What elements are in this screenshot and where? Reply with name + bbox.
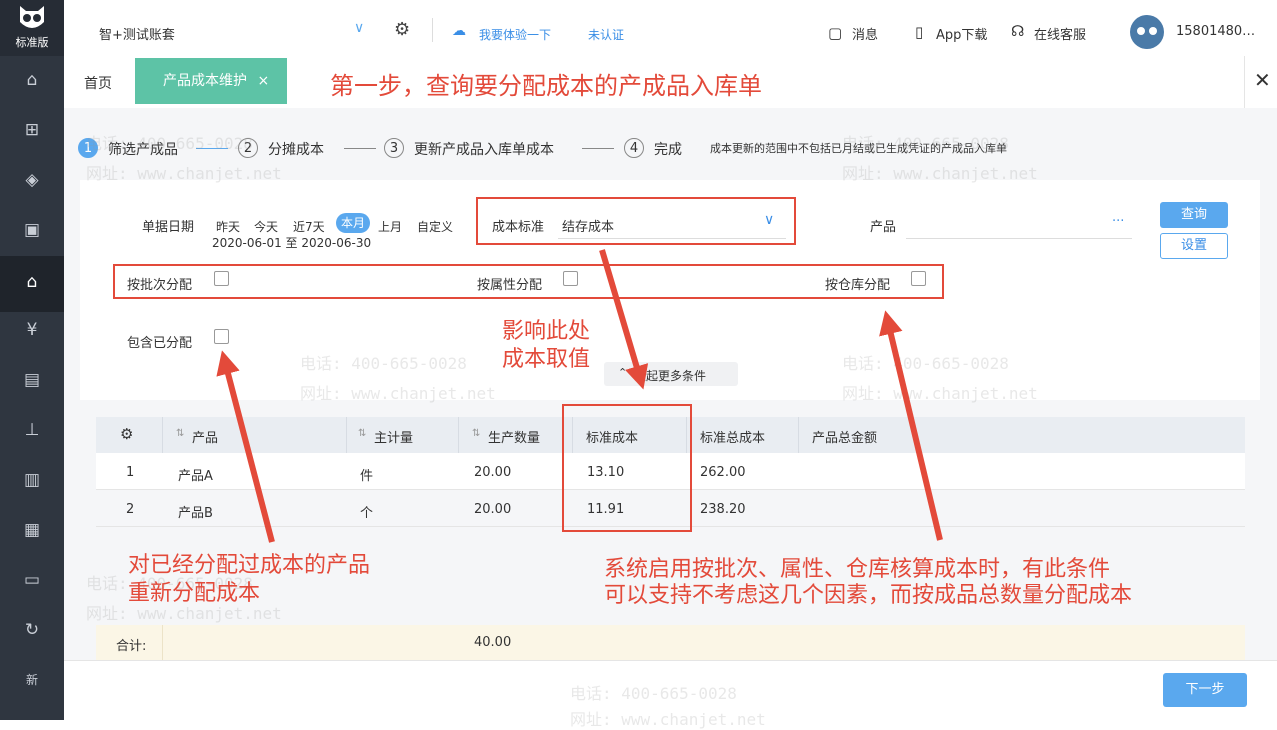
- arrow-to-allocation-options: [879, 310, 943, 541]
- annotation-system-line2: 可以支持不考虑这几个因素，而按成品总数量分配成本: [604, 583, 1133, 608]
- annotation-realloc-line1: 对已经分配过成本的产品: [128, 553, 371, 578]
- annotation-step1: 第一步，查询要分配成本的产成品入库单: [330, 72, 762, 100]
- arrow-to-std-cost: [599, 249, 649, 390]
- annotation-realloc-line2: 重新分配成本: [128, 581, 261, 606]
- annotation-arrows: [216, 249, 943, 543]
- annotation-affect-line2: 成本取值: [502, 347, 591, 372]
- annotation-affect-line1: 影响此处: [502, 319, 591, 344]
- annotation-system-line1: 系统启用按批次、属性、仓库核算成本时，有此条件: [604, 557, 1111, 582]
- arrow-to-include-allocated: [216, 350, 275, 543]
